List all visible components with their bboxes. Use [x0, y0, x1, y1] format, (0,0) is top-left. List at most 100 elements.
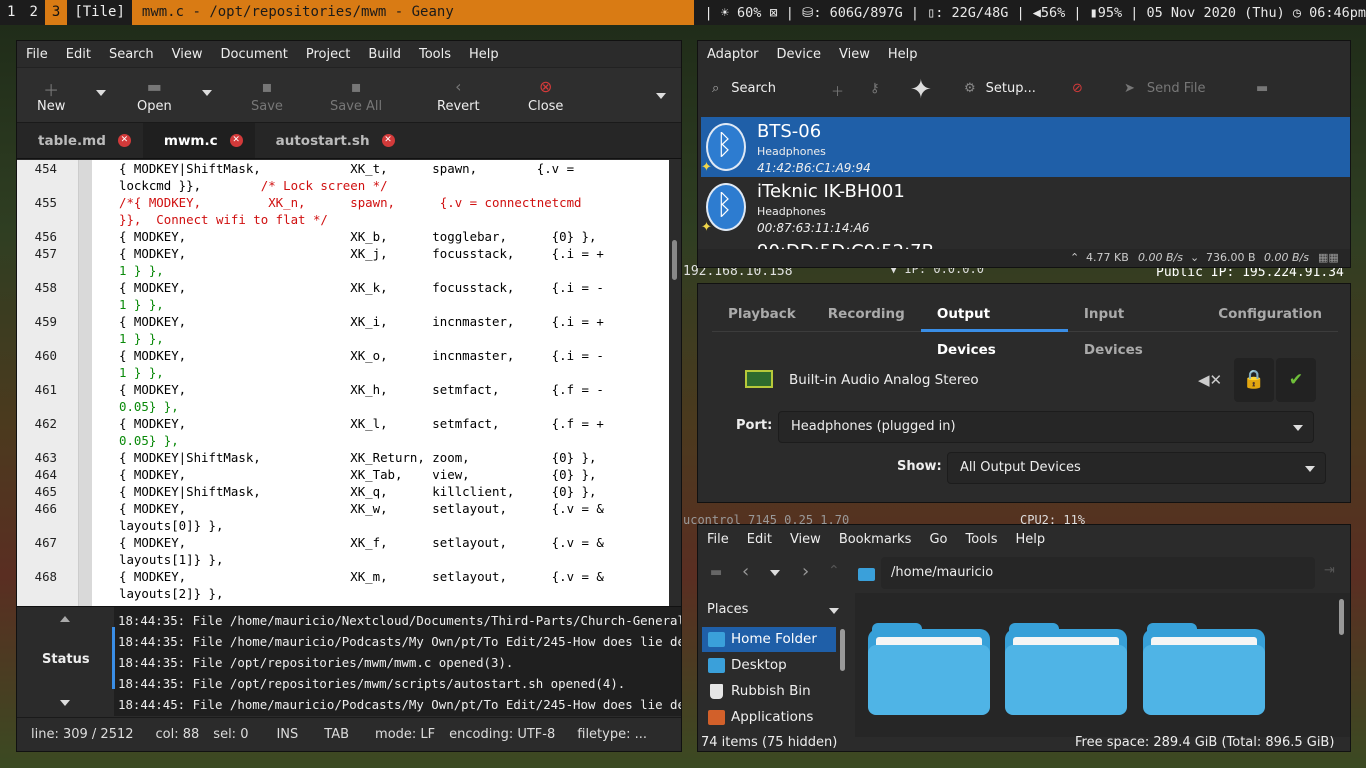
- trust-star-icon[interactable]: ✦: [910, 75, 932, 105]
- file-view-scrollbar[interactable]: [1339, 599, 1344, 635]
- tab-configuration[interactable]: Configuration: [1202, 296, 1338, 332]
- line-number: 460: [34, 348, 57, 363]
- menu-device[interactable]: Device: [768, 47, 830, 62]
- close-tab-icon[interactable]: ✕: [381, 134, 395, 147]
- new-dropdown-arrow-icon[interactable]: [96, 90, 106, 96]
- tab-recording[interactable]: Recording: [812, 296, 921, 332]
- menu-file[interactable]: File: [698, 532, 738, 547]
- search-button[interactable]: ⌕ Search: [712, 81, 776, 96]
- browse-folder-icon[interactable]: ▬: [1256, 81, 1268, 96]
- close-tab-icon[interactable]: ✕: [117, 134, 131, 147]
- workspace-2[interactable]: 2: [22, 0, 44, 25]
- save-all-icon: ▪: [350, 77, 362, 96]
- layout-indicator[interactable]: [Tile]: [67, 0, 132, 25]
- mute-icon[interactable]: ◀✕: [1198, 371, 1222, 389]
- add-icon[interactable]: ＋: [831, 81, 844, 100]
- device-name: BTS-06: [757, 121, 822, 142]
- menu-edit[interactable]: Edit: [57, 47, 100, 62]
- tab-playback[interactable]: Playback: [712, 296, 812, 332]
- window-title: mwm.c - /opt/repositories/mwm - Geany: [131, 0, 695, 25]
- sel-status: sel: 0: [213, 727, 249, 742]
- scroll-down-icon[interactable]: [60, 700, 70, 706]
- editor-scrollbar[interactable]: [669, 160, 681, 606]
- tab-output-devices[interactable]: Output Devices: [920, 296, 1068, 358]
- menu-help[interactable]: Help: [879, 47, 927, 62]
- code-text: 1 } },: [119, 365, 164, 380]
- code-text: layouts[2]} },: [119, 586, 224, 601]
- port-value: Headphones (plugged in): [791, 419, 956, 434]
- device-row-bts06[interactable]: ✦ BTS-06 Headphones 41:42:B6:C1:A9:94: [701, 117, 1350, 177]
- places-scrollbar[interactable]: [840, 629, 845, 671]
- toolbar-overflow-arrow-icon[interactable]: [656, 93, 666, 99]
- up-icon[interactable]: ⌃: [828, 563, 840, 579]
- menu-build[interactable]: Build: [359, 47, 410, 62]
- gear-icon: ⚙: [964, 81, 976, 96]
- go-icon[interactable]: ⇥: [1324, 563, 1335, 578]
- open-dropdown-arrow-icon[interactable]: [202, 90, 212, 96]
- location-bar[interactable]: /home/mauricio: [881, 557, 1315, 589]
- file-view[interactable]: [855, 593, 1350, 737]
- menu-help[interactable]: Help: [460, 47, 508, 62]
- code-text: { MODKEY, XK_f, setlayout, {.v = &: [119, 535, 604, 550]
- save-all-button[interactable]: ▪ Save All: [330, 77, 382, 114]
- setup-button[interactable]: ⚙ Setup...: [964, 81, 1036, 96]
- device-row-partial[interactable]: 90:DD:5D:C9:52:7B: [701, 237, 1350, 249]
- menu-view[interactable]: View: [830, 47, 879, 62]
- show-select[interactable]: All Output Devices: [947, 452, 1326, 484]
- send-file-button[interactable]: ➤ Send File: [1124, 81, 1206, 96]
- menu-view[interactable]: View: [781, 532, 830, 547]
- port-select[interactable]: Headphones (plugged in): [778, 411, 1314, 443]
- menu-bookmarks[interactable]: Bookmarks: [830, 532, 921, 547]
- send-label: Send File: [1146, 81, 1206, 96]
- menu-help[interactable]: Help: [1007, 532, 1055, 547]
- workspace-1[interactable]: 1: [0, 0, 22, 25]
- menu-adaptor[interactable]: Adaptor: [698, 47, 768, 62]
- code-editor[interactable]: 454 { MODKEY|ShiftMask, XK_t, spawn, {.v …: [17, 160, 681, 606]
- history-dropdown-icon[interactable]: [770, 570, 780, 576]
- menu-search[interactable]: Search: [100, 47, 163, 62]
- upload-rate: 0.00 B/s: [1264, 251, 1309, 264]
- open-button[interactable]: ▬ Open: [137, 77, 172, 114]
- remove-icon[interactable]: ⊘: [1072, 81, 1083, 96]
- tab-table-md[interactable]: table.md ✕: [17, 123, 143, 158]
- menu-tools[interactable]: Tools: [410, 47, 460, 62]
- menu-file[interactable]: File: [17, 47, 57, 62]
- save-button[interactable]: ▪ Save: [251, 77, 283, 114]
- back-icon[interactable]: ‹: [742, 561, 749, 582]
- folder-icon[interactable]: [1005, 623, 1127, 721]
- tab-autostart-sh[interactable]: autostart.sh ✕: [255, 123, 407, 158]
- close-tab-icon[interactable]: ✕: [229, 134, 243, 147]
- folder-icon[interactable]: [1143, 623, 1265, 721]
- place-desktop[interactable]: Desktop: [702, 653, 836, 678]
- line-number: 465: [34, 484, 57, 499]
- place-home-folder[interactable]: Home Folder: [702, 627, 836, 652]
- folder-icon[interactable]: [868, 623, 990, 721]
- close-button[interactable]: ⊗ Close: [528, 77, 563, 114]
- new-window-icon[interactable]: ▬: [710, 565, 722, 580]
- tab-mwm-c[interactable]: mwm.c ✕: [142, 123, 255, 158]
- scrollbar-thumb[interactable]: [672, 240, 677, 280]
- device-row-iteknic[interactable]: ✦ iTeknic IK-BH001 Headphones 00:87:63:1…: [701, 177, 1350, 237]
- menu-edit[interactable]: Edit: [738, 532, 781, 547]
- line-number: 461: [34, 382, 57, 397]
- status-tab[interactable]: Status: [42, 652, 90, 667]
- new-button[interactable]: ＋ New: [37, 77, 65, 114]
- geany-window: File Edit Search View Document Project B…: [16, 40, 682, 752]
- menu-project[interactable]: Project: [297, 47, 359, 62]
- menu-document[interactable]: Document: [211, 47, 296, 62]
- place-applications[interactable]: Applications: [702, 705, 836, 730]
- tab-input-devices[interactable]: Input Devices: [1068, 296, 1202, 358]
- default-check-button[interactable]: ✔: [1276, 358, 1316, 402]
- place-rubbish-bin[interactable]: Rubbish Bin: [702, 679, 836, 704]
- menu-tools[interactable]: Tools: [956, 532, 1006, 547]
- lock-button[interactable]: 🔒: [1234, 358, 1274, 402]
- scroll-up-icon[interactable]: [60, 616, 70, 622]
- key-icon[interactable]: ⚷: [870, 81, 880, 96]
- device-mac: 41:42:B6:C1:A9:94: [757, 161, 871, 175]
- revert-button[interactable]: ‹ Revert: [437, 77, 480, 114]
- forward-icon[interactable]: ›: [802, 561, 809, 582]
- menu-go[interactable]: Go: [920, 532, 956, 547]
- workspace-3[interactable]: 3: [44, 0, 68, 25]
- menu-view[interactable]: View: [163, 47, 212, 62]
- places-header[interactable]: Places: [698, 597, 844, 623]
